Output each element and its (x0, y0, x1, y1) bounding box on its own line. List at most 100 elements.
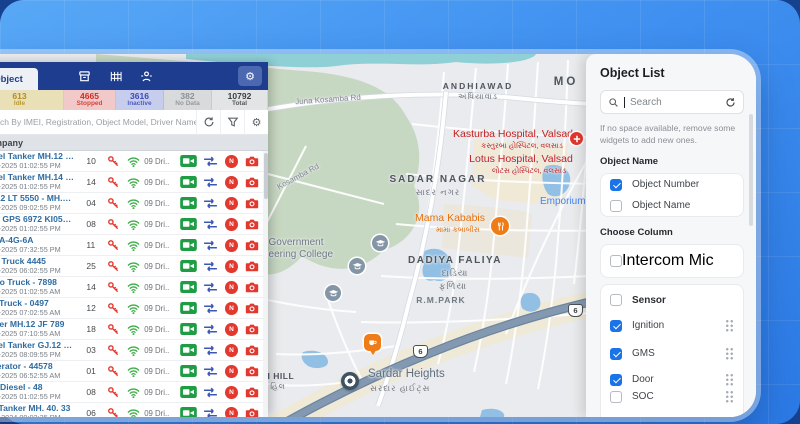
gear-icon[interactable]: ⚙ (244, 110, 268, 135)
driver-share-icon[interactable] (140, 70, 153, 83)
alert-circle-icon[interactable]: N (225, 197, 238, 210)
column-grid-icon[interactable] (109, 70, 122, 83)
table-row[interactable]: Generator - 4457815-04-2025 06:52:55 AM0… (0, 361, 263, 382)
widget-search-input[interactable]: Search (600, 90, 744, 114)
tab-object[interactable]: Object (0, 68, 38, 90)
data-transfer-icon[interactable] (200, 198, 221, 209)
data-transfer-icon[interactable] (200, 219, 221, 230)
table-row[interactable]: MG - Truck 444521-05-2025 06:02:55 PM250… (0, 256, 263, 277)
alert-circle-icon[interactable]: N (225, 386, 238, 399)
data-transfer-icon[interactable] (200, 177, 221, 188)
snapshot-camera-icon[interactable] (242, 155, 263, 167)
video-camera-badge-icon[interactable] (177, 344, 200, 356)
table-row[interactable]: Diesel Tanker GJ.12 JA..20-04-2025 08:09… (0, 340, 263, 361)
drag-handle-icon[interactable] (725, 319, 734, 332)
video-camera-badge-icon[interactable] (177, 281, 200, 293)
table-row[interactable]: Mobi GPS 6972 KI057...21-07-2025 01:02:5… (0, 214, 263, 235)
restaurant-poi-icon[interactable] (491, 217, 509, 235)
alert-circle-icon[interactable]: N (225, 239, 238, 252)
video-camera-badge-icon[interactable] (177, 302, 200, 314)
education-poi-icon[interactable] (372, 235, 388, 251)
snapshot-camera-icon[interactable] (242, 323, 263, 335)
option-soc[interactable]: SOC (610, 390, 734, 403)
table-row[interactable]: Diesel Tanker MH.12 JF 7...21-07-2025 01… (0, 151, 263, 172)
stat-stopped[interactable]: 4665 Stopped (64, 90, 116, 110)
video-camera-badge-icon[interactable] (177, 386, 200, 398)
alert-circle-icon[interactable]: N (225, 407, 238, 418)
video-camera-badge-icon[interactable] (177, 218, 200, 230)
checkbox-sensor[interactable] (610, 294, 622, 306)
filter-funnel-icon[interactable] (220, 110, 244, 135)
snapshot-camera-icon[interactable] (242, 197, 263, 209)
alert-circle-icon[interactable]: N (225, 302, 238, 315)
stat-total[interactable]: 10792 Total (212, 90, 268, 110)
checkbox-object-number[interactable] (610, 179, 622, 191)
option-door[interactable]: Door (610, 373, 734, 386)
location-marker-icon[interactable] (341, 372, 359, 390)
refresh-icon[interactable] (725, 97, 736, 108)
data-transfer-icon[interactable] (200, 303, 221, 314)
checkbox-intercom-mic[interactable] (610, 255, 622, 267)
data-transfer-icon[interactable] (200, 366, 221, 377)
snapshot-camera-icon[interactable] (242, 344, 263, 356)
video-camera-badge-icon[interactable] (177, 197, 200, 209)
video-camera-badge-icon[interactable] (177, 239, 200, 251)
option-ignition[interactable]: Ignition (610, 319, 734, 332)
snapshot-camera-icon[interactable] (242, 407, 263, 417)
education-poi-icon[interactable] (349, 258, 365, 274)
snapshot-camera-icon[interactable] (242, 386, 263, 398)
video-camera-badge-icon[interactable] (177, 155, 200, 167)
alert-circle-icon[interactable]: N (225, 365, 238, 378)
table-row[interactable]: PL - Tanker MH. 40. 3330-03-2024 09:02:3… (0, 403, 263, 417)
archive-icon[interactable] (78, 70, 91, 83)
table-row[interactable]: MH 12 LT 5550 - MH.12 JF 7...22-07-2025 … (0, 193, 263, 214)
settings-gear-button[interactable]: ⚙ (238, 66, 262, 86)
cafe-pin-icon[interactable] (364, 334, 381, 351)
video-camera-badge-icon[interactable] (177, 176, 200, 188)
hospital-poi-icon[interactable] (570, 132, 583, 145)
checkbox-door[interactable] (610, 374, 622, 386)
alert-circle-icon[interactable]: N (225, 155, 238, 168)
data-transfer-icon[interactable] (200, 282, 221, 293)
column-header-company[interactable]: Company (0, 135, 268, 151)
option-sensor[interactable]: Sensor (610, 294, 734, 306)
snapshot-camera-icon[interactable] (242, 239, 263, 251)
drag-handle-icon[interactable] (725, 390, 734, 403)
video-camera-badge-icon[interactable] (177, 260, 200, 272)
stat-inactive[interactable]: 3616 Inactive (116, 90, 164, 110)
snapshot-camera-icon[interactable] (242, 176, 263, 188)
data-transfer-icon[interactable] (200, 240, 221, 251)
snapshot-camera-icon[interactable] (242, 365, 263, 377)
checkbox-gms[interactable] (610, 348, 622, 360)
video-camera-badge-icon[interactable] (177, 407, 200, 417)
table-row[interactable]: Diesel Tanker MH.14 DM...22-07-2025 01:0… (0, 172, 263, 193)
table-row[interactable]: Milk Truck - 049730-04-2025 07:02:55 AM1… (0, 298, 263, 319)
table-row[interactable]: 4G-6A-4G-6A19-07-2025 07:32:55 PM1109 Dr… (0, 235, 263, 256)
stat-no-data[interactable]: 382 No Data (164, 90, 212, 110)
snapshot-camera-icon[interactable] (242, 302, 263, 314)
data-transfer-icon[interactable] (200, 324, 221, 335)
data-transfer-icon[interactable] (200, 345, 221, 356)
snapshot-camera-icon[interactable] (242, 218, 263, 230)
list-scrollbar[interactable] (263, 151, 268, 417)
drag-handle-icon[interactable] (725, 373, 734, 386)
alert-circle-icon[interactable]: N (225, 218, 238, 231)
alert-circle-icon[interactable]: N (225, 260, 238, 273)
table-row[interactable]: PQ - Diesel - 4810-04-2025 01:02:55 PM08… (0, 382, 263, 403)
scrollbar-thumb[interactable] (264, 153, 268, 199)
object-search-input[interactable]: Search By IMEI, Registration, Object Mod… (0, 117, 196, 127)
option-object-number[interactable]: Object Number (601, 174, 743, 195)
data-transfer-icon[interactable] (200, 387, 221, 398)
stat-idle[interactable]: 613 Idle (0, 90, 64, 110)
option-gms[interactable]: GMS (610, 347, 734, 360)
alert-circle-icon[interactable]: N (225, 344, 238, 357)
checkbox-ignition[interactable] (610, 320, 622, 332)
education-poi-icon[interactable] (325, 285, 341, 301)
table-row[interactable]: Tanker MH.12 JF 78927-04-2025 07:10:55 A… (0, 319, 263, 340)
video-camera-badge-icon[interactable] (177, 365, 200, 377)
data-transfer-icon[interactable] (200, 261, 221, 272)
checkbox-object-name[interactable] (610, 200, 622, 212)
data-transfer-icon[interactable] (200, 408, 221, 418)
intercom-mic-card[interactable]: Intercom Mic (600, 244, 744, 278)
snapshot-camera-icon[interactable] (242, 281, 263, 293)
